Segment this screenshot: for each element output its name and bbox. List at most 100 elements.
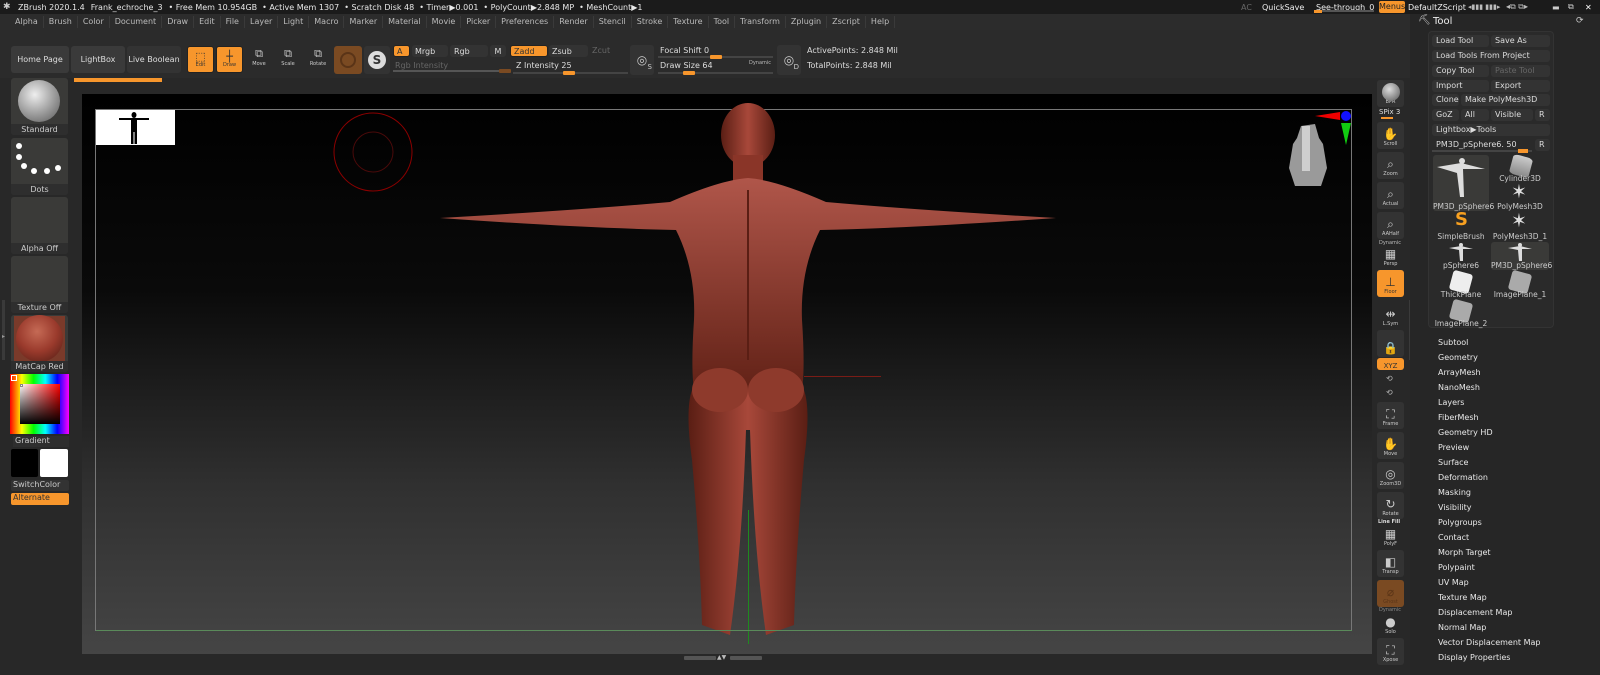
bpr-button[interactable]: BPR bbox=[1377, 80, 1404, 107]
menu-brush[interactable]: Brush bbox=[44, 16, 78, 28]
section-visibility[interactable]: Visibility bbox=[1438, 503, 1472, 512]
lsym-button[interactable]: ⇹ L.Sym bbox=[1377, 302, 1404, 329]
menu-layer[interactable]: Layer bbox=[245, 16, 279, 28]
section-display-properties[interactable]: Display Properties bbox=[1438, 653, 1510, 662]
load-tool-button[interactable]: Load Tool bbox=[1432, 35, 1489, 47]
bottom-tray-handle-left[interactable] bbox=[684, 656, 716, 660]
menu-file[interactable]: File bbox=[221, 16, 245, 28]
alpha-selector[interactable]: Alpha Off bbox=[11, 197, 68, 254]
brush-selector[interactable]: Standard bbox=[11, 78, 68, 135]
stroke-s-button[interactable]: ◎ S bbox=[630, 45, 654, 75]
save-as-button[interactable]: Save As bbox=[1491, 35, 1550, 47]
current-tool-slider[interactable]: PM3D_pSphere6. 50 bbox=[1432, 139, 1532, 150]
switch-color-button[interactable]: SwitchColor bbox=[11, 480, 69, 491]
goz-button[interactable]: GoZ bbox=[1432, 109, 1459, 121]
default-zscript-button[interactable]: DefaultZScript bbox=[1408, 0, 1466, 14]
menu-light[interactable]: Light bbox=[278, 16, 310, 28]
menu-stencil[interactable]: Stencil bbox=[594, 16, 632, 28]
menu-document[interactable]: Document bbox=[110, 16, 163, 28]
draw-size-knob[interactable] bbox=[683, 71, 695, 75]
menu-edit[interactable]: Edit bbox=[194, 16, 221, 28]
secondary-color-swatch[interactable] bbox=[40, 449, 68, 477]
zcut-toggle[interactable]: Zcut bbox=[592, 46, 610, 55]
menu-tool[interactable]: Tool bbox=[709, 16, 736, 28]
tool-item-imageplane-2[interactable]: ImagePlane_2 bbox=[1433, 298, 1489, 328]
rgb-toggle[interactable]: Rgb bbox=[450, 45, 488, 57]
menu-render[interactable]: Render bbox=[554, 16, 594, 28]
tool-item-polymesh3d[interactable]: ✶ PolyMesh3D bbox=[1492, 181, 1548, 211]
floor-button[interactable]: ⊥ Floor bbox=[1377, 270, 1404, 297]
see-through-track[interactable] bbox=[1314, 10, 1374, 13]
draw-mode-button[interactable]: ┼ Draw bbox=[216, 46, 243, 73]
sculptris-pro-button[interactable]: S bbox=[364, 46, 390, 74]
section-texture-map[interactable]: Texture Map bbox=[1438, 593, 1487, 602]
section-normal-map[interactable]: Normal Map bbox=[1438, 623, 1486, 632]
z-intensity-knob[interactable] bbox=[563, 71, 575, 75]
focal-shift-knob[interactable] bbox=[710, 55, 722, 59]
menu-movie[interactable]: Movie bbox=[427, 16, 462, 28]
section-geometry[interactable]: Geometry bbox=[1438, 353, 1478, 362]
draw-size-track[interactable] bbox=[658, 71, 773, 75]
frame-button[interactable]: ⛶ Frame bbox=[1377, 402, 1404, 429]
section-polygroups[interactable]: Polygroups bbox=[1438, 518, 1482, 527]
move-mode-button[interactable]: ⧉ Move bbox=[248, 47, 270, 72]
draw-size-slider[interactable]: Draw Size 64 bbox=[660, 61, 713, 70]
goz-r-button[interactable]: R bbox=[1535, 109, 1550, 121]
transp-button[interactable]: ◧ Transp bbox=[1377, 550, 1404, 577]
z-intensity-slider[interactable] bbox=[513, 71, 628, 75]
gradient-toggle[interactable]: Gradient bbox=[13, 436, 69, 447]
section-uv-map[interactable]: UV Map bbox=[1438, 578, 1469, 587]
xpose-button[interactable]: ⛶ Xpose bbox=[1377, 638, 1404, 665]
section-displacement-map[interactable]: Displacement Map bbox=[1438, 608, 1512, 617]
rgb-intensity-knob[interactable] bbox=[499, 69, 511, 73]
sculpt-model[interactable] bbox=[430, 100, 1070, 645]
section-contact[interactable]: Contact bbox=[1438, 533, 1469, 542]
bottom-tray-toggle-icon[interactable]: ▲▼ bbox=[717, 654, 726, 661]
scroll-button[interactable]: ✋ Scroll bbox=[1377, 122, 1404, 149]
menu-color[interactable]: Color bbox=[78, 16, 110, 28]
tray-arrows-icon[interactable]: ◂▮▮▮ ▮▮▮▸ bbox=[1468, 0, 1500, 14]
lock-button[interactable]: 🔒 bbox=[1377, 330, 1404, 357]
color-picker[interactable] bbox=[10, 374, 69, 434]
rotate-mode-button[interactable]: ⧉ Rotate bbox=[307, 47, 329, 72]
aahalf-button[interactable]: ⌕ AAHalf bbox=[1377, 212, 1404, 239]
scale-mode-button[interactable]: ⧉ Scale bbox=[277, 47, 299, 72]
see-through-knob[interactable] bbox=[1314, 10, 1322, 13]
color-square[interactable] bbox=[20, 384, 60, 424]
paste-tool-button[interactable]: Paste Tool bbox=[1491, 65, 1550, 77]
clone-button[interactable]: Clone bbox=[1432, 94, 1459, 106]
zsub-toggle[interactable]: Zsub bbox=[549, 45, 588, 57]
home-page-button[interactable]: Home Page bbox=[11, 46, 69, 73]
main-color-swatch[interactable] bbox=[11, 449, 38, 477]
y-axis-rotate-icon[interactable]: ⟲ bbox=[1386, 374, 1393, 383]
spix-slider[interactable]: SPix 3 bbox=[1379, 108, 1400, 116]
rotate-button[interactable]: ↻ Rotate bbox=[1377, 492, 1404, 519]
make-polymesh3d-button[interactable]: Make PolyMesh3D bbox=[1461, 94, 1550, 106]
menu-alpha[interactable]: Alpha bbox=[10, 16, 44, 28]
tool-item-simplebrush[interactable]: S SimpleBrush bbox=[1433, 209, 1489, 241]
lightbox-button[interactable]: LightBox bbox=[71, 46, 125, 73]
polyf-button[interactable]: ▦ PolyF bbox=[1377, 522, 1404, 549]
restore-icon[interactable]: ⧉ bbox=[1568, 0, 1574, 14]
tool-r-button[interactable]: R bbox=[1535, 139, 1550, 151]
section-subtool[interactable]: Subtool bbox=[1438, 338, 1468, 347]
zoom-button[interactable]: ⌕ Zoom bbox=[1377, 152, 1404, 179]
tool-item-psphere6[interactable]: pSphere6 bbox=[1433, 242, 1489, 270]
close-icon[interactable]: ✕ bbox=[1585, 0, 1592, 14]
hue-marker[interactable] bbox=[11, 375, 17, 381]
menu-texture[interactable]: Texture bbox=[668, 16, 709, 28]
goz-visible-button[interactable]: Visible bbox=[1491, 109, 1533, 121]
stroke-d-button[interactable]: ◎ D bbox=[777, 45, 801, 75]
menu-macro[interactable]: Macro bbox=[309, 16, 345, 28]
section-morph-target[interactable]: Morph Target bbox=[1438, 548, 1491, 557]
collapse-left-icon[interactable]: ▸ bbox=[2, 333, 5, 340]
color-marker[interactable] bbox=[20, 384, 23, 387]
edit-mode-button[interactable]: ⬚ Edit bbox=[187, 46, 214, 73]
menu-help[interactable]: Help bbox=[866, 16, 896, 28]
zoom3d-button[interactable]: ◎ Zoom3D bbox=[1377, 462, 1404, 489]
section-preview[interactable]: Preview bbox=[1438, 443, 1469, 452]
z-intensity-slider-label[interactable]: Z Intensity 25 bbox=[516, 61, 572, 70]
mrgb-toggle[interactable]: Mrgb bbox=[412, 45, 448, 57]
menu-marker[interactable]: Marker bbox=[344, 16, 384, 28]
section-polypaint[interactable]: Polypaint bbox=[1438, 563, 1475, 572]
